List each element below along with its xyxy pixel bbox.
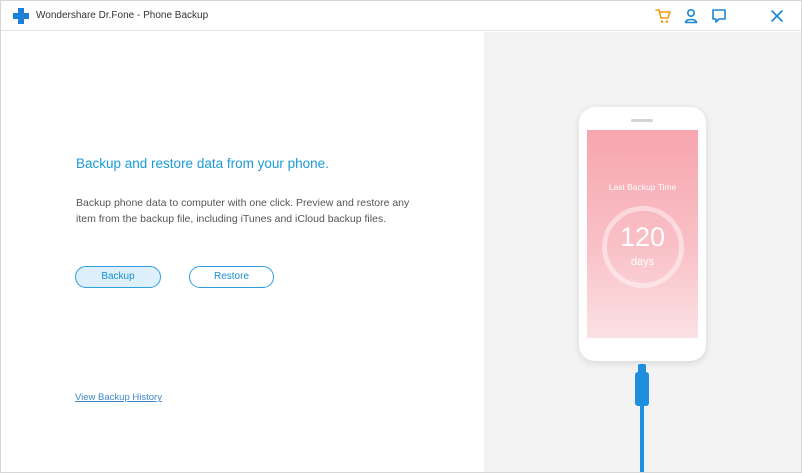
phone-screen: Last Backup Time 120 days (587, 130, 698, 338)
days-value: 120 (619, 222, 666, 252)
cart-icon[interactable] (654, 7, 672, 25)
content-panel: Backup and restore data from your phone.… (1, 32, 484, 472)
illustration-panel: Last Backup Time 120 days (484, 32, 801, 472)
usb-cable-wire (640, 406, 644, 472)
window-title: Wondershare Dr.Fone - Phone Backup (36, 10, 209, 21)
usb-cable-plug-icon (635, 364, 649, 406)
page-description: Backup phone data to computer with one c… (76, 197, 410, 225)
last-backup-label: Last Backup Time (608, 182, 677, 192)
days-unit: days (630, 256, 655, 268)
view-backup-history-link[interactable]: View Backup History (75, 392, 162, 403)
page-headline: Backup and restore data from your phone. (76, 156, 329, 171)
close-icon[interactable] (768, 7, 786, 25)
user-icon[interactable] (682, 7, 700, 25)
dr-fone-logo-icon (13, 8, 29, 24)
phone-speaker (631, 119, 653, 122)
app-window: Wondershare Dr.Fone - Phone Backup Backu… (0, 0, 802, 473)
feedback-icon[interactable] (710, 7, 728, 25)
title-bar: Wondershare Dr.Fone - Phone Backup (1, 1, 801, 31)
backup-button[interactable]: Backup (75, 266, 161, 288)
restore-button[interactable]: Restore (189, 266, 274, 288)
phone-illustration: Last Backup Time 120 days (579, 107, 706, 361)
